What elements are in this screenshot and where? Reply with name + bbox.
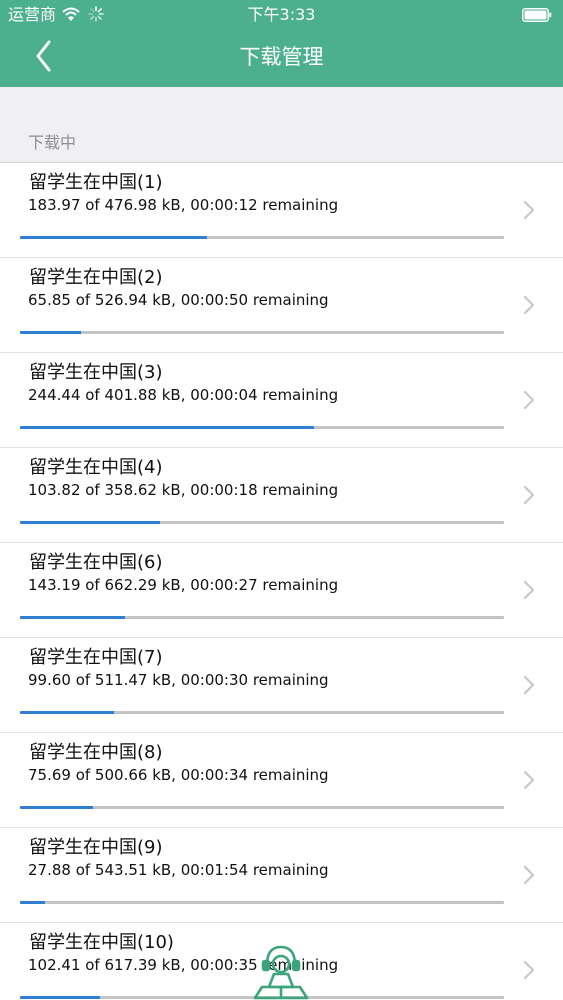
progress-bar-fill bbox=[20, 616, 125, 619]
download-progress-text: 143.19 of 662.29 kB, 00:00:27 remaining bbox=[28, 576, 339, 594]
chevron-right-icon bbox=[523, 390, 535, 410]
download-row[interactable]: 留学生在中国(7) 99.60 of 511.47 kB, 00:00:30 re… bbox=[0, 638, 563, 733]
chevron-right-icon bbox=[523, 960, 535, 980]
download-progress-text: 244.44 of 401.88 kB, 00:00:04 remaining bbox=[28, 386, 339, 404]
download-title: 留学生在中国(2) bbox=[29, 267, 163, 288]
download-title: 留学生在中国(9) bbox=[29, 837, 163, 858]
download-title: 留学生在中国(6) bbox=[29, 552, 163, 573]
progress-bar-fill bbox=[20, 236, 207, 239]
download-title: 留学生在中国(3) bbox=[29, 362, 163, 383]
progress-bar-fill bbox=[20, 806, 94, 809]
download-progress-text: 65.85 of 526.94 kB, 00:00:50 remaining bbox=[28, 291, 329, 309]
battery-icon bbox=[522, 8, 552, 22]
navigation-bar: 运营商 下午3:33 下载管理 bbox=[0, 0, 563, 87]
download-progress-text: 99.60 of 511.47 kB, 00:00:30 remaining bbox=[28, 671, 329, 689]
progress-bar-track bbox=[20, 331, 504, 334]
download-title: 留学生在中国(1) bbox=[29, 172, 163, 193]
download-row[interactable]: 留学生在中国(1) 183.97 of 476.98 kB, 00:00:12 r… bbox=[0, 163, 563, 258]
progress-bar-fill bbox=[20, 711, 115, 714]
download-row[interactable]: 留学生在中国(8) 75.69 of 500.66 kB, 00:00:34 re… bbox=[0, 733, 563, 828]
section-header-downloading: 下载中 bbox=[28, 133, 77, 152]
status-bar: 运营商 下午3:33 bbox=[0, 0, 563, 30]
download-title: 留学生在中国(4) bbox=[29, 457, 163, 478]
mascot-icon[interactable] bbox=[250, 943, 312, 1000]
download-progress-text: 75.69 of 500.66 kB, 00:00:34 remaining bbox=[28, 766, 329, 784]
progress-bar-track bbox=[20, 711, 504, 714]
chevron-right-icon bbox=[523, 770, 535, 790]
download-title: 留学生在中国(10) bbox=[29, 932, 174, 953]
download-progress-text: 103.82 of 358.62 kB, 00:00:18 remaining bbox=[28, 481, 339, 499]
chevron-right-icon bbox=[523, 485, 535, 505]
chevron-right-icon bbox=[523, 675, 535, 695]
chevron-right-icon bbox=[523, 200, 535, 220]
download-progress-text: 27.88 of 543.51 kB, 00:01:54 remaining bbox=[28, 861, 329, 879]
chevron-right-icon bbox=[523, 580, 535, 600]
progress-bar-track bbox=[20, 616, 504, 619]
chevron-right-icon bbox=[523, 295, 535, 315]
page-title: 下载管理 bbox=[239, 45, 324, 69]
progress-bar-fill bbox=[20, 901, 45, 904]
download-progress-text: 183.97 of 476.98 kB, 00:00:12 remaining bbox=[28, 196, 339, 214]
progress-bar-track bbox=[20, 901, 504, 904]
download-manager-screen: 运营商 下午3:33 下载管理 下载中 留学生在中国(1) 183.97 of … bbox=[0, 0, 563, 1000]
download-row[interactable]: 留学生在中国(2) 65.85 of 526.94 kB, 00:00:50 re… bbox=[0, 258, 563, 353]
download-list: 留学生在中国(1) 183.97 of 476.98 kB, 00:00:12 r… bbox=[0, 162, 563, 1000]
progress-bar-fill bbox=[20, 331, 81, 334]
download-row[interactable]: 留学生在中国(4) 103.82 of 358.62 kB, 00:00:18 r… bbox=[0, 448, 563, 543]
status-time: 下午3:33 bbox=[247, 5, 316, 24]
download-title: 留学生在中国(8) bbox=[29, 742, 163, 763]
progress-bar-fill bbox=[20, 521, 161, 524]
progress-bar-track bbox=[20, 236, 504, 239]
download-row[interactable]: 留学生在中国(6) 143.19 of 662.29 kB, 00:00:27 r… bbox=[0, 543, 563, 638]
progress-bar-fill bbox=[20, 996, 101, 999]
progress-bar-track bbox=[20, 521, 504, 524]
download-row[interactable]: 留学生在中国(3) 244.44 of 401.88 kB, 00:00:04 r… bbox=[0, 353, 563, 448]
progress-bar-track bbox=[20, 806, 504, 809]
progress-bar-fill bbox=[20, 426, 315, 429]
download-title: 留学生在中国(7) bbox=[29, 647, 163, 668]
progress-bar-track bbox=[20, 426, 504, 429]
chevron-right-icon bbox=[523, 865, 535, 885]
download-row[interactable]: 留学生在中国(9) 27.88 of 543.51 kB, 00:01:54 re… bbox=[0, 828, 563, 923]
